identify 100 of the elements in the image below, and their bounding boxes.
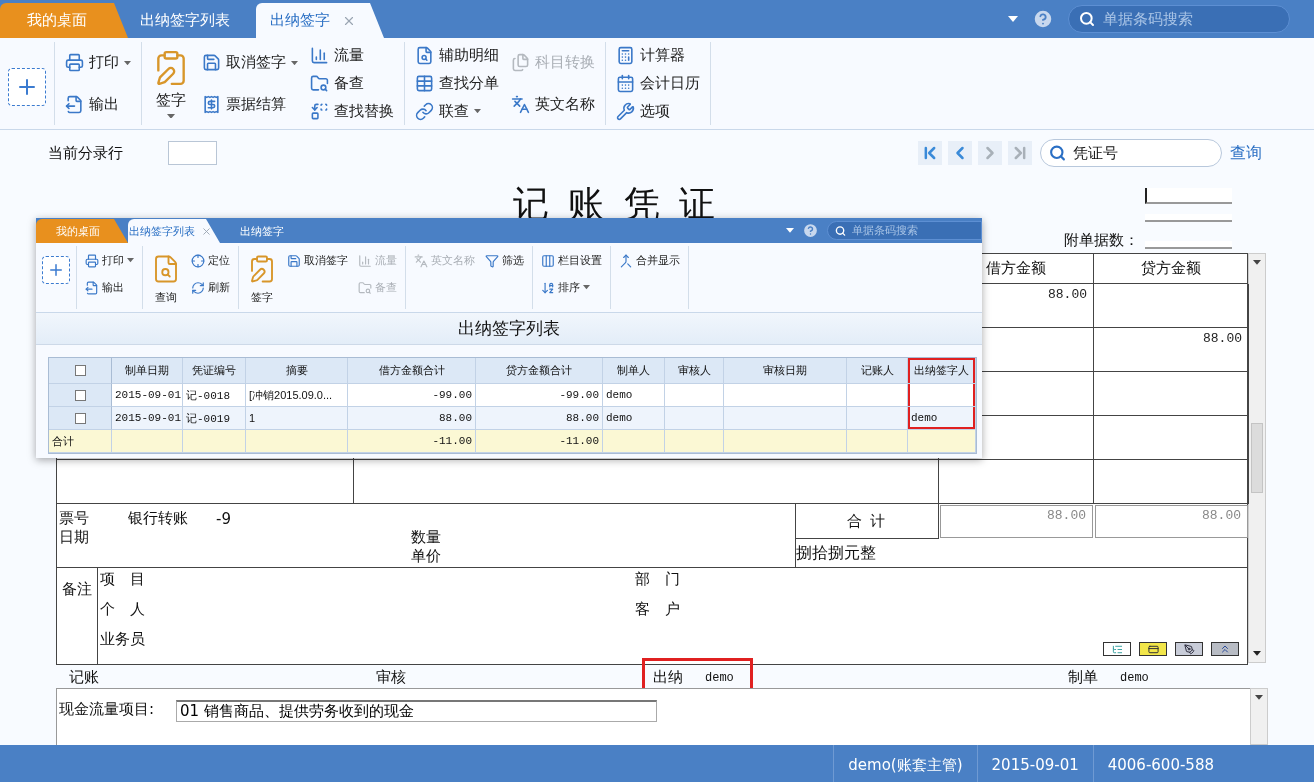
column-header[interactable]: 摘要 [246, 358, 348, 384]
caret-icon [1008, 16, 1018, 22]
search-field[interactable]: 单据条码搜索 [827, 221, 982, 240]
chevrons-up-icon[interactable] [1211, 642, 1239, 656]
help-icon[interactable] [802, 222, 819, 239]
toolbar-button[interactable]: 合并显示 [617, 252, 682, 269]
table-cell [847, 384, 908, 407]
checkbox[interactable] [74, 412, 86, 424]
files-icon [511, 53, 530, 73]
amount-text: 88.00 [1048, 287, 1087, 302]
status-text: demo(账套主管) [833, 745, 977, 782]
toolbar-button[interactable]: 计算器 [614, 45, 687, 67]
toolbar-button[interactable]: 筛选 [483, 252, 526, 269]
scrollbar[interactable] [1250, 688, 1268, 745]
table-cell: demo [603, 384, 665, 407]
scrollbar[interactable] [1248, 253, 1266, 663]
toolbar-button[interactable]: 打印 [83, 252, 136, 269]
caret-icon [583, 285, 590, 290]
table-cell: 记-0018 [183, 384, 246, 407]
card-icon[interactable] [1139, 642, 1167, 656]
total-label: 合 计 [796, 504, 939, 539]
signature-label: 审核 [376, 668, 406, 687]
table-cell: 2015-09-01 [112, 384, 183, 407]
query-link[interactable]: 查询 [1230, 142, 1262, 164]
tab[interactable]: 出纳签字列表 [128, 3, 256, 38]
column-header[interactable]: 记账人 [847, 358, 908, 384]
toolbar-button[interactable]: 排序 [539, 279, 592, 296]
tab[interactable]: 出纳签字 [256, 3, 384, 38]
column-header[interactable]: 贷方金额合计 [476, 358, 603, 384]
attachments-label: 附单据数： [1064, 232, 1139, 249]
table-cell: -99.00 [476, 384, 603, 407]
toolbar-button[interactable]: 刷新 [189, 279, 232, 296]
checkbox[interactable] [74, 389, 86, 401]
help-icon[interactable] [1032, 8, 1054, 30]
column-header[interactable]: 审核人 [665, 358, 724, 384]
signature-label: 记账 [69, 668, 99, 687]
field-label: 当前分录行 [48, 143, 123, 163]
column-header[interactable]: 出纳签字人 [908, 358, 976, 384]
column-header[interactable]: 凭证编号 [183, 358, 246, 384]
toolbar-button[interactable]: 备查 [308, 73, 366, 94]
toolbar-button[interactable]: 输出 [63, 93, 121, 115]
table-icon [415, 74, 434, 93]
toolbar-button[interactable]: 联查 [413, 100, 483, 122]
printer-icon [65, 53, 84, 73]
checkbox[interactable] [74, 365, 86, 376]
column-header[interactable]: 制单日期 [112, 358, 183, 384]
toolbar-button[interactable]: 辅助明细 [413, 45, 501, 67]
refresh-icon [191, 280, 205, 295]
field-label: 票号 [59, 509, 90, 528]
entry-field[interactable] [168, 141, 217, 165]
toolbar-button[interactable]: 取消签字 [285, 252, 350, 269]
signature-value: demo [705, 670, 734, 685]
pen-icon[interactable] [1175, 642, 1203, 656]
nav-button[interactable] [918, 141, 942, 165]
toolbar-button[interactable]: 流量 [308, 45, 366, 67]
voucher-search-field[interactable]: 凭证号 [1040, 139, 1222, 167]
toolbar-button[interactable]: 定位 [189, 252, 232, 269]
caret-icon [1253, 651, 1261, 656]
calendar-icon [616, 74, 635, 93]
field-label: 单价 [411, 547, 442, 566]
toolbar-button[interactable]: 票据结算 [200, 93, 288, 115]
toolbar-button[interactable]: 查找分单 [413, 73, 501, 94]
toolbar-button[interactable]: 输出 [83, 279, 126, 296]
search-icon [1049, 144, 1066, 162]
toolbar-button[interactable]: 选项 [614, 100, 672, 122]
add-button[interactable] [8, 67, 46, 106]
search-field[interactable]: 单据条码搜索 [1068, 5, 1290, 33]
field-label: 业务员 [100, 630, 146, 650]
toolbar-button[interactable]: 栏目设置 [539, 252, 604, 269]
column-header[interactable]: 制单人 [603, 358, 665, 384]
search-icon [1079, 11, 1095, 27]
wrench-icon [616, 101, 635, 121]
receipt-icon [202, 94, 221, 114]
field-value: -9 [216, 509, 232, 528]
status-text: 2015-09-01 [976, 745, 1093, 782]
toolbar-button[interactable]: 打印 [63, 52, 133, 74]
column-header[interactable]: 借方金额合计 [348, 358, 476, 384]
caret-icon [291, 60, 298, 65]
toolbar-button[interactable]: 会计日历 [614, 73, 702, 94]
scrollbar-thumb[interactable] [1251, 423, 1263, 493]
close-icon[interactable] [200, 225, 212, 237]
save-icon [287, 253, 301, 268]
column-header[interactable]: 审核日期 [724, 358, 847, 384]
toolbar-button[interactable]: 查找替换 [308, 100, 396, 122]
cash-flow-field[interactable]: 01 销售商品、提供劳务收到的现金 [176, 700, 658, 722]
toolbar-button[interactable]: 签字 [245, 252, 279, 307]
add-button[interactable] [42, 256, 70, 284]
toolbar-button[interactable]: 取消签字 [200, 52, 300, 74]
columns-icon [541, 253, 555, 268]
toolbar-button[interactable]: 查询 [149, 252, 183, 307]
list-title: 出纳签字列表 [36, 313, 982, 345]
nav-button[interactable] [948, 141, 972, 165]
toolbar-button[interactable]: 签字 [150, 46, 192, 121]
table-cell: demo [908, 407, 976, 430]
amount-field: 88.00 [1095, 505, 1248, 538]
tab[interactable]: 出纳签字 [220, 219, 312, 243]
tab[interactable]: 出纳签字列表 [128, 219, 220, 243]
list-tree-icon[interactable] [1103, 642, 1131, 656]
toolbar-button[interactable]: 英文名称 [509, 93, 597, 115]
total-label: 合计 [49, 430, 112, 453]
